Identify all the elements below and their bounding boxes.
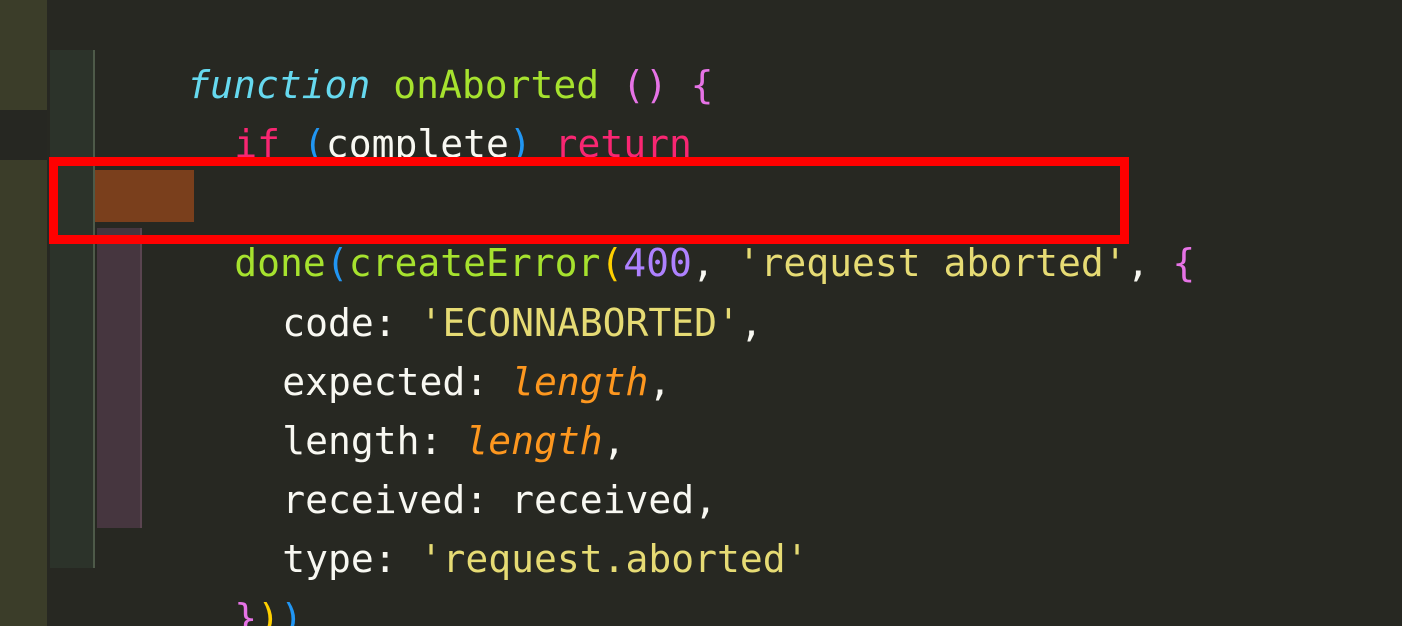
token-paren-close-outer: ) — [280, 595, 303, 626]
token-keyword-if: if — [234, 121, 281, 166]
code-line-8[interactable]: type: 'request.aborted' — [145, 470, 808, 581]
code-line-1[interactable]: function onAborted () { — [50, 0, 713, 107]
token-string-request-aborted: 'request aborted' — [737, 240, 1127, 285]
token-brace-open: { — [1172, 240, 1196, 285]
code-line-4[interactable]: code: 'ECONNABORTED', — [145, 234, 762, 345]
token-paren-open: ( — [302, 121, 326, 166]
token-paren-close: ) — [508, 121, 532, 166]
token-brace-open: { — [690, 62, 714, 107]
code-line-5[interactable]: expected: length, — [145, 293, 671, 404]
code-line-3[interactable]: done(createError(400, 'request aborted',… — [97, 174, 1195, 285]
code-line-7[interactable]: received: received, — [145, 411, 717, 522]
code-text-layer: function onAborted () { if (complete) re… — [0, 0, 1402, 626]
token-paren-close-inner: ) — [257, 595, 281, 626]
token-brace-close: } — [234, 595, 258, 626]
token-keyword-return: return — [554, 121, 692, 166]
code-line-10[interactable]: } — [50, 588, 210, 626]
token-string-request-aborted-type: 'request.aborted' — [419, 536, 809, 581]
code-line-2[interactable]: if (complete) return — [97, 55, 692, 166]
token-comma: , — [648, 359, 672, 404]
code-line-9[interactable]: })) — [97, 529, 303, 626]
code-line-6[interactable]: length: length, — [145, 352, 625, 463]
token-comma: , — [739, 300, 763, 345]
token-comma: , — [1126, 240, 1173, 285]
editor-screenshot: function onAborted () { if (complete) re… — [0, 0, 1402, 626]
token-identifier-complete: complete — [325, 121, 509, 166]
